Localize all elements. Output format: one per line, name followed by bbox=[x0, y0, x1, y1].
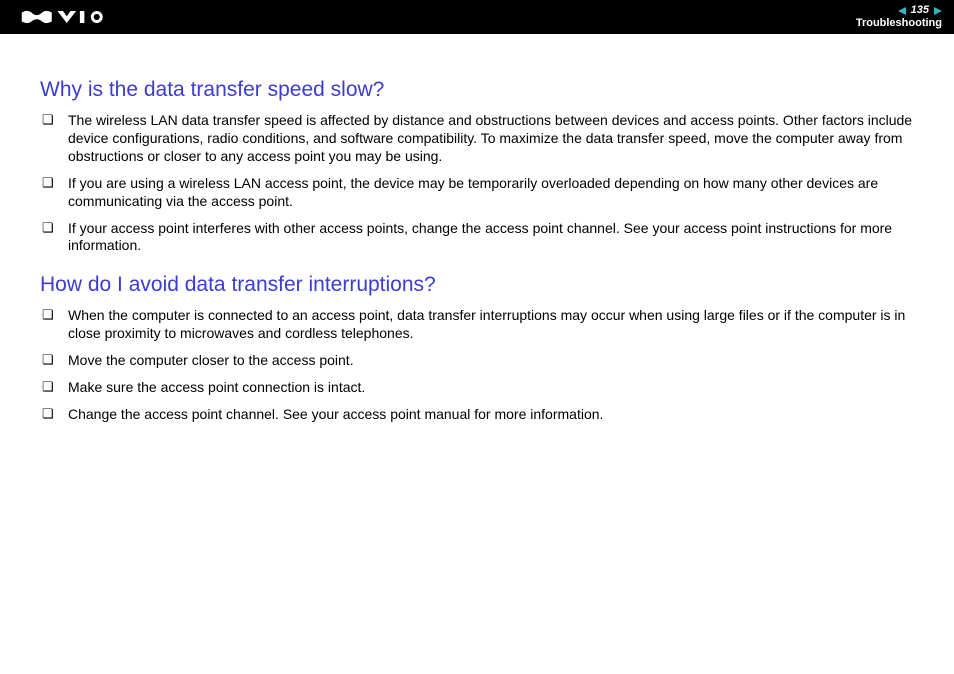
page-number: 135 bbox=[910, 5, 930, 16]
question-heading-1: Why is the data transfer speed slow? bbox=[40, 78, 918, 102]
answer-list-2: When the computer is connected to an acc… bbox=[40, 307, 918, 424]
page-content: Why is the data transfer speed slow? The… bbox=[0, 34, 954, 424]
answer-list-1: The wireless LAN data transfer speed is … bbox=[40, 112, 918, 255]
page-nav: 135 bbox=[898, 5, 942, 16]
prev-page-arrow-icon[interactable] bbox=[898, 7, 906, 15]
vaio-logo-icon bbox=[18, 8, 108, 26]
list-item: Make sure the access point connection is… bbox=[40, 379, 918, 397]
list-item: Change the access point channel. See you… bbox=[40, 406, 918, 424]
list-item: The wireless LAN data transfer speed is … bbox=[40, 112, 918, 166]
header-meta: 135 Troubleshooting bbox=[856, 5, 942, 29]
list-item: When the computer is connected to an acc… bbox=[40, 307, 918, 343]
list-item: If you are using a wireless LAN access p… bbox=[40, 175, 918, 211]
list-item: If your access point interferes with oth… bbox=[40, 220, 918, 256]
question-heading-2: How do I avoid data transfer interruptio… bbox=[40, 273, 918, 297]
list-item: Move the computer closer to the access p… bbox=[40, 352, 918, 370]
header-bar: 135 Troubleshooting bbox=[0, 0, 954, 34]
section-label: Troubleshooting bbox=[856, 18, 942, 29]
next-page-arrow-icon[interactable] bbox=[934, 7, 942, 15]
